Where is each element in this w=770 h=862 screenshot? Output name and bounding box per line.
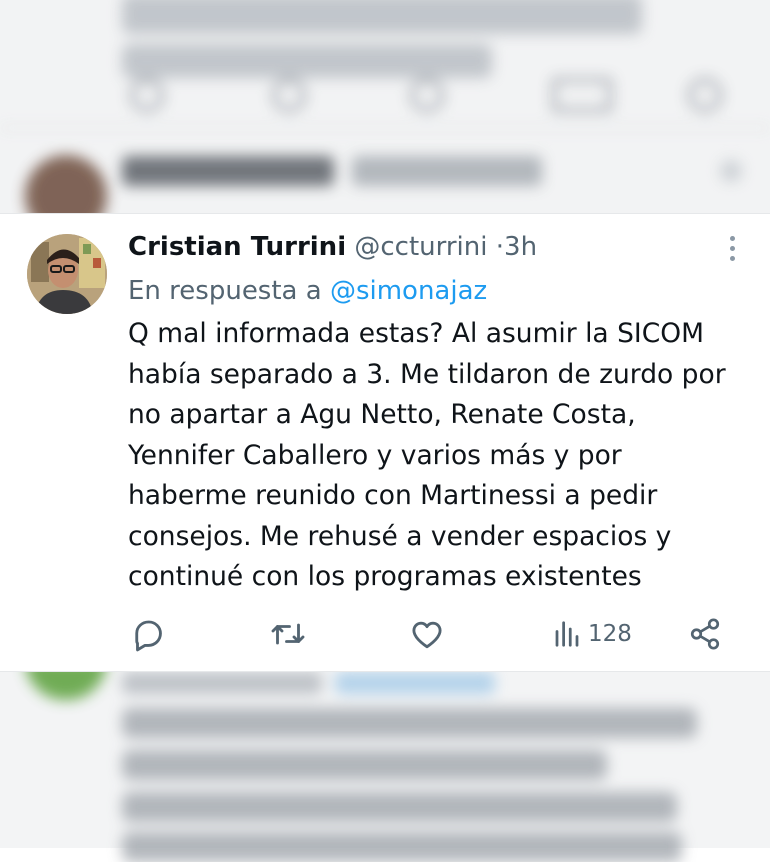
tweet-body: Q mal informada estas? Al asumir la SICO…: [128, 314, 748, 598]
retweet-button[interactable]: [270, 614, 306, 654]
author-handle[interactable]: @ccturrini: [354, 232, 487, 262]
reply-prefix: En respuesta a: [128, 276, 322, 306]
tweet-card[interactable]: Cristian Turrini @ccturrini ·3h En respu…: [0, 213, 770, 672]
more-vertical-icon[interactable]: [722, 236, 742, 266]
tweet-body-line: Yennifer Caballero y varios más y por: [128, 439, 622, 471]
views-count: 128: [588, 621, 632, 647]
tweet-body-line: haberme reunido con Martinessi a pedir: [128, 480, 658, 511]
views-button[interactable]: 128: [552, 614, 632, 654]
header-separator: ·: [495, 232, 505, 262]
retweet-icon: [271, 623, 305, 645]
blurred-actions: [0, 78, 770, 118]
avatar-photo: [27, 234, 107, 314]
heart-icon: [412, 621, 442, 649]
share-button[interactable]: [688, 614, 722, 654]
blurred-text: [122, 0, 642, 78]
share-icon: [690, 618, 720, 650]
tweet-time[interactable]: 3h: [504, 232, 537, 262]
tweet-body-line: había separado a 3. Me tildaron de zurdo…: [128, 358, 726, 390]
reply-mention-link[interactable]: @simonajaz: [330, 276, 487, 306]
previous-tweet-blurred: [0, 0, 770, 237]
next-tweet-blurred: [0, 660, 770, 862]
views-icon: [555, 621, 579, 647]
reply-context: En respuesta a @simonajaz: [128, 274, 487, 308]
tweet-body-line: Q mal informada estas? Al asumir la SICO…: [128, 318, 704, 349]
author-name[interactable]: Cristian Turrini: [128, 232, 346, 262]
tweet-body-line: continué con los programas existentes: [128, 561, 642, 592]
reply-button[interactable]: [130, 614, 166, 654]
comment-icon: [135, 620, 162, 652]
like-button[interactable]: [409, 614, 445, 654]
tweet-header: Cristian Turrini @ccturrini ·3h: [128, 230, 710, 264]
tweet-body-line: consejos. Me rehusé a vender espacios y: [128, 520, 672, 552]
tweet-body-line: no apartar a Agu Netto, Renate Costa,: [128, 399, 636, 430]
author-avatar[interactable]: [27, 234, 107, 314]
